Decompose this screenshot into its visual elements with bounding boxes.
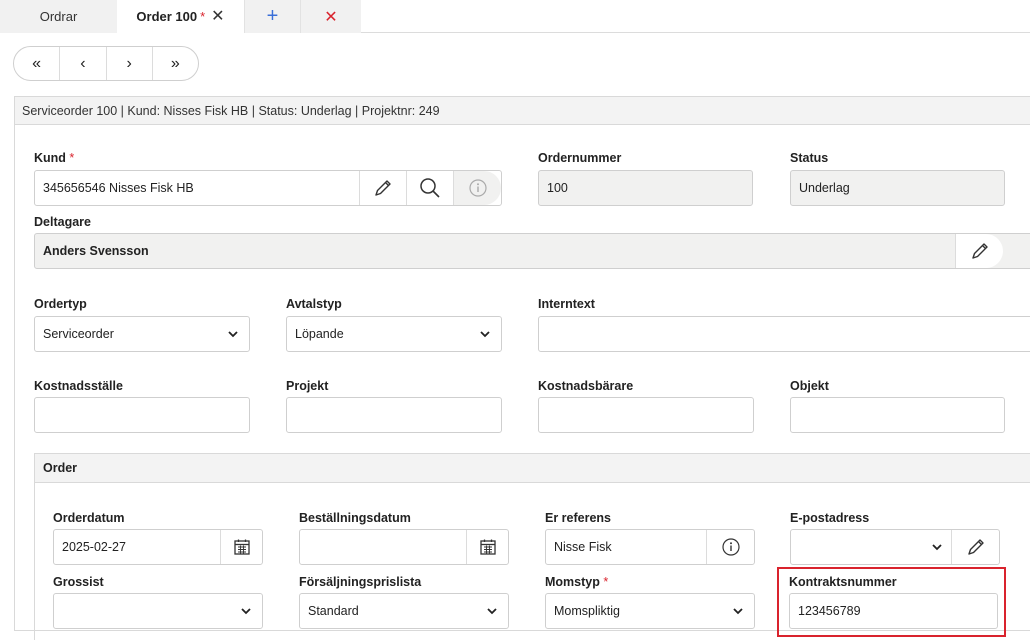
search-kund-button[interactable] xyxy=(406,171,453,205)
momstyp-select[interactable]: Momspliktig xyxy=(545,593,755,629)
edit-kund-button[interactable] xyxy=(359,171,406,205)
epostadress-select[interactable] xyxy=(790,529,1000,565)
ordernummer-value: 100 xyxy=(547,181,568,195)
avtalstyp-select[interactable]: Löpande xyxy=(286,316,502,352)
er-referens-value: Nisse Fisk xyxy=(554,540,612,554)
pencil-icon xyxy=(967,539,984,555)
edit-deltagare-button[interactable] xyxy=(955,234,1003,268)
orderdatum-value: 2025-02-27 xyxy=(62,540,126,554)
forsaljningsprislista-select[interactable]: Standard xyxy=(299,593,509,629)
calendar-icon xyxy=(479,539,496,555)
search-icon xyxy=(420,178,440,198)
tab-ordrar[interactable]: Ordrar xyxy=(0,0,117,33)
chevron-down-icon xyxy=(733,608,743,615)
objekt-input[interactable] xyxy=(790,397,1005,433)
forsaljningsprislista-label: Försäljningsprislista xyxy=(299,575,422,589)
er-referens-info-button[interactable] xyxy=(706,530,754,564)
info-icon xyxy=(468,179,487,197)
kostnadsbarare-input[interactable] xyxy=(538,397,754,433)
order-section-title: Order xyxy=(35,454,1030,483)
info-icon xyxy=(721,538,740,556)
kostnadsbarare-label: Kostnadsbärare xyxy=(538,379,634,393)
tab-order-100[interactable]: Order 100 * ✕ xyxy=(117,0,244,34)
new-tab-button[interactable]: + xyxy=(244,0,300,33)
bestallningsdatum-calendar-button[interactable] xyxy=(466,530,508,564)
tab-order-label: Order 100 xyxy=(136,8,198,24)
double-chevron-right-icon: » xyxy=(170,54,180,72)
grossist-label: Grossist xyxy=(53,575,104,589)
orderdatum-calendar-button[interactable] xyxy=(220,530,262,564)
kund-info-button[interactable] xyxy=(453,171,501,205)
chevron-down-icon xyxy=(228,331,238,338)
ordertyp-value: Serviceorder xyxy=(43,327,114,341)
ordernummer-label: Ordernummer xyxy=(538,151,622,165)
forsaljningsprislista-value: Standard xyxy=(308,604,359,618)
calendar-icon xyxy=(233,539,250,555)
pencil-icon xyxy=(375,180,391,196)
close-all-button[interactable]: ✕ xyxy=(300,0,361,33)
chevron-right-icon: › xyxy=(126,54,132,72)
deltagare-value: Anders Svensson xyxy=(43,244,149,258)
kostnadsstalle-input[interactable] xyxy=(34,397,250,433)
unsaved-mark: * xyxy=(200,8,206,24)
kund-value: 345656546 Nisses Fisk HB xyxy=(43,181,194,195)
kund-field[interactable]: 345656546 Nisses Fisk HB xyxy=(34,170,502,206)
ordernummer-field: 100 xyxy=(538,170,753,206)
ordertyp-label: Ordertyp xyxy=(34,297,87,311)
chevron-down-icon xyxy=(241,608,251,615)
edit-epostadress-button[interactable] xyxy=(951,530,999,564)
orderdatum-input[interactable]: 2025-02-27 xyxy=(53,529,263,565)
chevron-down-icon xyxy=(480,331,490,338)
previous-record-button[interactable]: ‹ xyxy=(60,47,107,80)
interntext-input[interactable] xyxy=(538,316,1030,352)
deltagare-label: Deltagare xyxy=(34,215,91,229)
pencil-icon xyxy=(971,243,988,259)
projekt-label: Projekt xyxy=(286,379,329,393)
epostadress-label: E-postadress xyxy=(790,511,870,525)
tab-bar: Ordrar Order 100 * ✕ + ✕ xyxy=(0,0,1030,34)
projekt-input[interactable] xyxy=(286,397,502,433)
status-field: Underlag xyxy=(790,170,1005,206)
interntext-label: Interntext xyxy=(538,297,595,311)
avtalstyp-label: Avtalstyp xyxy=(286,297,342,311)
momstyp-value: Momspliktig xyxy=(554,604,620,618)
next-record-button[interactable]: › xyxy=(107,47,153,80)
bestallningsdatum-label: Beställningsdatum xyxy=(299,511,411,525)
last-record-button[interactable]: » xyxy=(153,47,198,80)
order-summary: Serviceorder 100 | Kund: Nisses Fisk HB … xyxy=(15,97,1030,125)
first-record-button[interactable]: « xyxy=(14,47,61,80)
kund-label: Kund * xyxy=(34,151,75,165)
close-icon: ✕ xyxy=(324,8,338,26)
close-tab-icon[interactable]: ✕ xyxy=(211,6,224,26)
kontraktsnummer-highlight xyxy=(777,567,1006,637)
objekt-label: Objekt xyxy=(790,379,829,393)
status-value: Underlag xyxy=(799,181,850,195)
record-navigation: « ‹ › » xyxy=(13,46,199,81)
tab-ordrar-label: Ordrar xyxy=(39,9,78,24)
plus-icon: + xyxy=(266,5,279,27)
momstyp-label: Momstyp * xyxy=(545,575,609,589)
orderdatum-label: Orderdatum xyxy=(53,511,125,525)
grossist-select[interactable] xyxy=(53,593,263,629)
deltagare-field: Anders Svensson xyxy=(34,233,1030,269)
chevron-left-icon: ‹ xyxy=(80,54,86,72)
chevron-down-icon xyxy=(932,544,942,551)
status-label: Status xyxy=(790,151,829,165)
kostnadsstalle-label: Kostnadsställe xyxy=(34,379,123,393)
chevron-down-icon xyxy=(487,608,497,615)
er-referens-label: Er referens xyxy=(545,511,612,525)
double-chevron-left-icon: « xyxy=(32,54,42,72)
er-referens-input[interactable]: Nisse Fisk xyxy=(545,529,755,565)
avtalstyp-value: Löpande xyxy=(295,327,344,341)
bestallningsdatum-input[interactable] xyxy=(299,529,509,565)
ordertyp-select[interactable]: Serviceorder xyxy=(34,316,250,352)
